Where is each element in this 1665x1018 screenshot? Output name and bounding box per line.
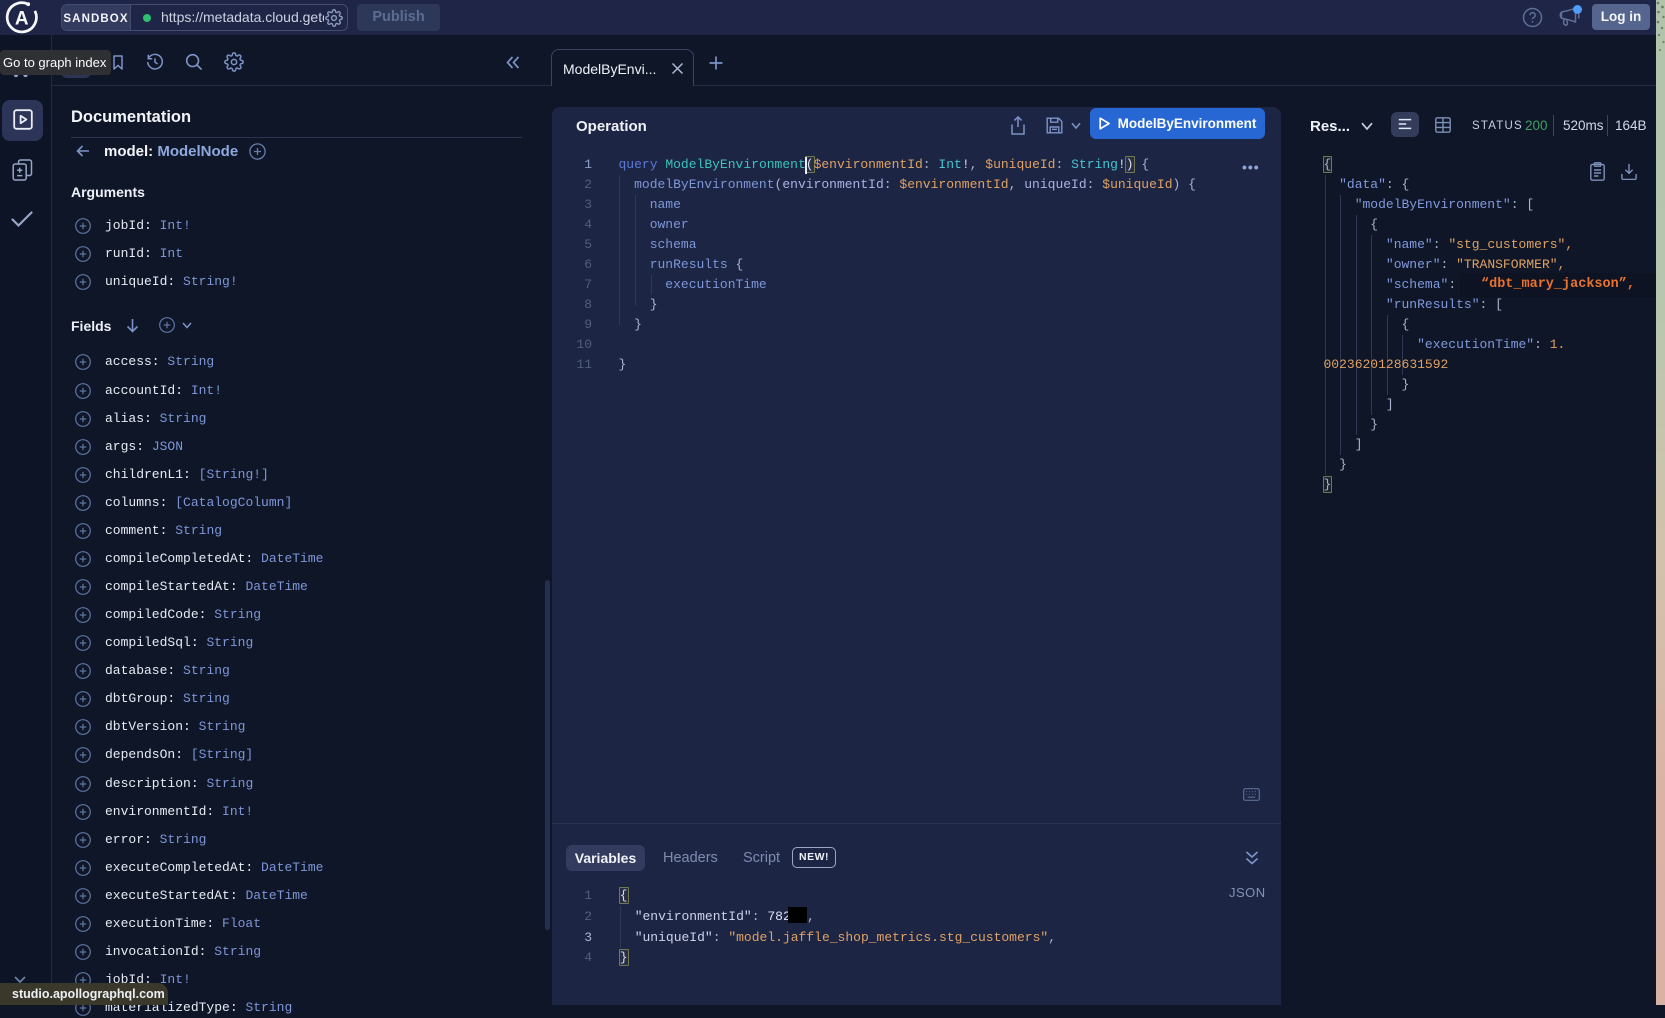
svg-text:A: A (15, 9, 29, 30)
